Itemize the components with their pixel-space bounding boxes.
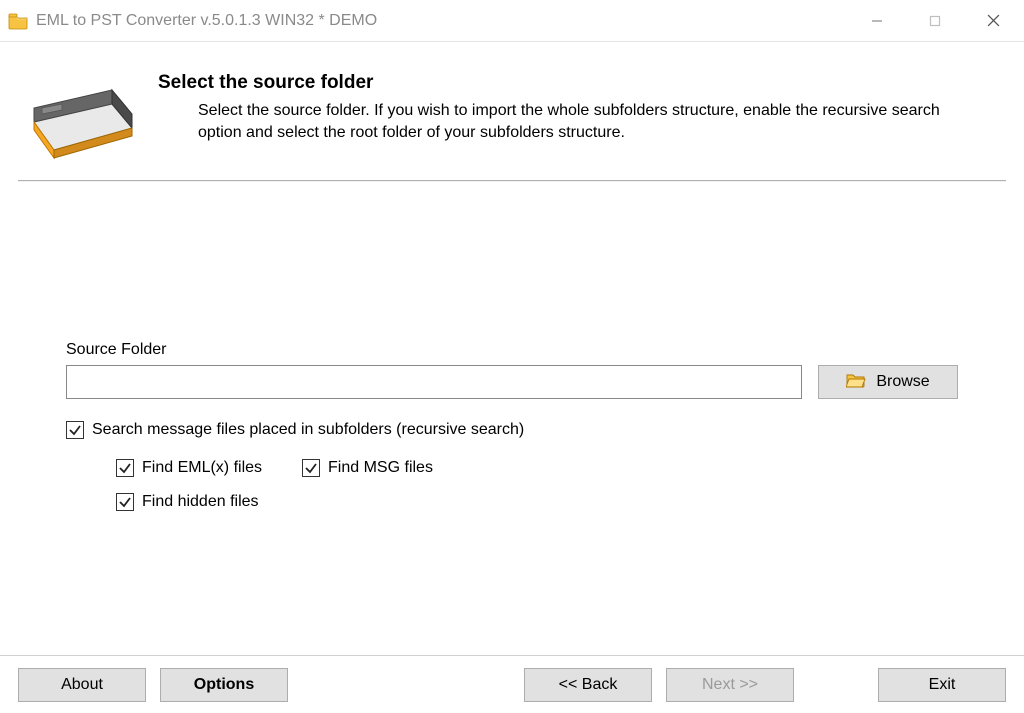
checkbox-icon <box>302 459 320 477</box>
close-button[interactable] <box>964 0 1022 41</box>
titlebar: EML to PST Converter v.5.0.1.3 WIN32 * D… <box>0 0 1024 42</box>
window-controls <box>848 0 1022 41</box>
recursive-search-label: Search message files placed in subfolder… <box>92 421 524 439</box>
back-button[interactable]: << Back <box>524 668 652 702</box>
wizard-description: Select the source folder. If you wish to… <box>158 100 996 143</box>
wizard-form: Source Folder Browse Search message file… <box>18 181 1006 655</box>
open-folder-icon <box>846 372 866 393</box>
source-folder-label: Source Folder <box>66 341 958 359</box>
checkbox-icon <box>66 421 84 439</box>
wizard-header: Select the source folder Select the sour… <box>18 42 1006 181</box>
browse-button[interactable]: Browse <box>818 365 958 399</box>
checkbox-icon <box>116 493 134 511</box>
find-hidden-checkbox[interactable]: Find hidden files <box>116 493 259 511</box>
find-eml-checkbox[interactable]: Find EML(x) files <box>116 459 262 477</box>
app-folder-icon <box>8 11 28 31</box>
find-msg-checkbox[interactable]: Find MSG files <box>302 459 433 477</box>
window-title: EML to PST Converter v.5.0.1.3 WIN32 * D… <box>36 12 848 30</box>
minimize-button[interactable] <box>848 0 906 41</box>
source-folder-input[interactable] <box>66 365 802 399</box>
find-msg-label: Find MSG files <box>328 459 433 477</box>
browse-button-label: Browse <box>876 373 929 391</box>
recursive-search-checkbox[interactable]: Search message files placed in subfolder… <box>66 421 958 439</box>
next-button: Next >> <box>666 668 794 702</box>
find-hidden-label: Find hidden files <box>142 493 259 511</box>
maximize-button[interactable] <box>906 0 964 41</box>
wizard-footer: About Options << Back Next >> Exit <box>0 655 1024 713</box>
about-button[interactable]: About <box>18 668 146 702</box>
client-area: Select the source folder Select the sour… <box>0 42 1024 655</box>
source-folder-graphic-icon <box>28 70 138 162</box>
checkbox-icon <box>116 459 134 477</box>
find-eml-label: Find EML(x) files <box>142 459 262 477</box>
options-button[interactable]: Options <box>160 668 288 702</box>
wizard-title: Select the source folder <box>158 72 996 94</box>
exit-button[interactable]: Exit <box>878 668 1006 702</box>
